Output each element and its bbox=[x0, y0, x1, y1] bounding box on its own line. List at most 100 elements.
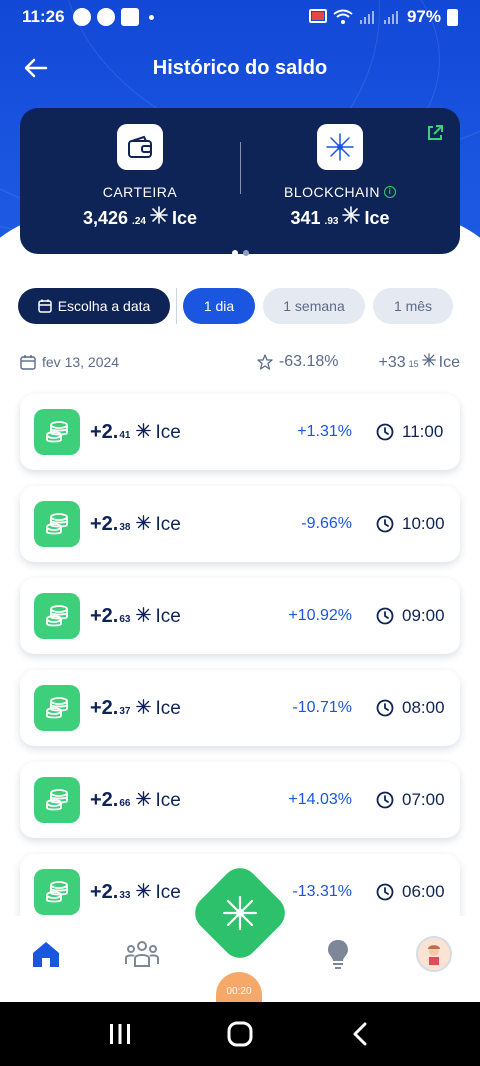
clock-icon bbox=[376, 423, 394, 441]
choose-date-label: Escolha a data bbox=[57, 298, 151, 314]
coins-icon bbox=[34, 685, 80, 731]
filter-divider bbox=[176, 288, 177, 324]
row-unit: Ice bbox=[155, 513, 181, 535]
history-row[interactable]: +2. 38 Ice -9.66% 10:00 bbox=[20, 486, 460, 562]
info-icon[interactable]: i bbox=[384, 186, 397, 198]
row-fraction: 63 bbox=[119, 613, 131, 625]
row-percent: -13.31% bbox=[292, 883, 352, 900]
ice-icon bbox=[136, 514, 152, 530]
blockchain-unit: Ice bbox=[364, 208, 390, 228]
blockchain-fraction: .93 bbox=[324, 216, 339, 227]
system-nav-bar bbox=[0, 1002, 480, 1066]
pager-dot[interactable] bbox=[242, 250, 249, 256]
row-unit: Ice bbox=[155, 881, 181, 903]
row-amount: +2. 63 Ice bbox=[90, 605, 181, 628]
coins-icon bbox=[34, 409, 80, 455]
row-time: 09:00 bbox=[402, 606, 445, 625]
home-circle-icon bbox=[227, 1021, 253, 1047]
row-fraction: 37 bbox=[119, 705, 131, 717]
recent-apps-button[interactable] bbox=[100, 1014, 140, 1054]
row-unit: Ice bbox=[155, 789, 181, 811]
bulb-icon[interactable] bbox=[318, 934, 358, 974]
page-title: Histórico do saldo bbox=[152, 56, 328, 79]
notification-dot-icon bbox=[148, 14, 154, 20]
summary-total: +33 15 Ice bbox=[378, 352, 460, 372]
ice-icon bbox=[136, 606, 152, 622]
signal-icon bbox=[359, 11, 374, 24]
row-amount: +2. 37 Ice bbox=[90, 697, 181, 720]
summary-change-group: -63.18% bbox=[257, 353, 339, 371]
filter-bar: Escolha a data 1 dia 1 semana 1 mês bbox=[18, 288, 462, 324]
row-time: 11:00 bbox=[402, 422, 444, 441]
row-percent: +10.92% bbox=[288, 607, 352, 624]
summary-total-fraction: 15 bbox=[408, 358, 419, 369]
row-percent: +1.31% bbox=[297, 423, 352, 440]
row-fraction: 41 bbox=[119, 429, 131, 441]
blockchain-label: BLOCKCHAIN bbox=[283, 184, 381, 200]
clock-icon bbox=[376, 699, 394, 717]
summary-date: fev 13, 2024 bbox=[42, 354, 120, 370]
ice-icon bbox=[136, 422, 152, 438]
row-whole: +2. bbox=[90, 512, 119, 535]
clock-icon bbox=[376, 607, 394, 625]
cast-icon bbox=[308, 9, 327, 23]
ice-icon bbox=[342, 206, 361, 224]
row-whole: +2. bbox=[90, 788, 119, 811]
row-fraction: 33 bbox=[119, 889, 131, 901]
row-time-group: 10:00 bbox=[376, 514, 446, 534]
row-time-group: 09:00 bbox=[376, 606, 446, 626]
history-row[interactable]: +2. 37 Ice -10.71% 08:00 bbox=[20, 670, 460, 746]
clock-icon bbox=[376, 883, 394, 901]
summary-unit: Ice bbox=[438, 353, 460, 371]
row-whole: +2. bbox=[90, 604, 119, 627]
row-amount: +2. 33 Ice bbox=[90, 881, 181, 904]
wallet-card[interactable]: CARTEIRA 3,426.24 Ice BLOCKCHAIN i 341.9… bbox=[20, 108, 460, 256]
battery-icon bbox=[447, 8, 458, 26]
row-time-group: 06:00 bbox=[376, 882, 446, 902]
blockchain-icon bbox=[317, 124, 363, 170]
status-bar: 11:26 97% bbox=[0, 0, 480, 34]
battery-percent: 97% bbox=[406, 7, 441, 26]
home-icon[interactable] bbox=[26, 934, 66, 974]
row-percent: -10.71% bbox=[292, 699, 352, 716]
team-icon[interactable] bbox=[122, 934, 162, 974]
status-time: 11:26 bbox=[22, 7, 65, 26]
history-row[interactable]: +2. 41 Ice +1.31% 11:00 bbox=[20, 394, 460, 470]
coins-icon bbox=[34, 777, 80, 823]
back-arrow-icon[interactable] bbox=[22, 54, 50, 82]
row-time: 08:00 bbox=[402, 698, 445, 717]
coins-icon bbox=[34, 869, 80, 915]
calendar-icon bbox=[37, 299, 52, 313]
row-time-group: 08:00 bbox=[376, 698, 446, 718]
daily-summary: fev 13, 2024 -63.18% +33 15 Ice bbox=[20, 350, 460, 374]
row-whole: +2. bbox=[90, 696, 119, 719]
carteira-amount: 3,426.24 Ice bbox=[40, 206, 240, 229]
summary-total-whole: +33 bbox=[378, 353, 406, 371]
chip-1-day[interactable]: 1 dia bbox=[183, 288, 255, 324]
back-chevron-icon bbox=[353, 1022, 367, 1046]
carteira-whole: 3,426 bbox=[83, 208, 129, 228]
add-contact-icon bbox=[120, 8, 139, 26]
summary-change: -63.18% bbox=[278, 353, 339, 370]
ice-icon bbox=[421, 352, 436, 367]
carteira-label: CARTEIRA bbox=[102, 184, 178, 200]
ice-icon bbox=[150, 206, 168, 224]
history-row[interactable]: +2. 66 Ice +14.03% 07:00 bbox=[20, 762, 460, 838]
choose-date-button[interactable]: Escolha a data bbox=[18, 288, 170, 324]
row-unit: Ice bbox=[155, 421, 181, 443]
history-list: +2. 41 Ice +1.31% 11:00 +2. 38 Ice -9.66% 10… bbox=[20, 394, 460, 946]
clock-icon bbox=[376, 515, 394, 533]
clock-icon bbox=[376, 791, 394, 809]
ice-icon bbox=[136, 790, 152, 806]
back-button[interactable] bbox=[340, 1014, 380, 1054]
history-row[interactable]: +2. 63 Ice +10.92% 09:00 bbox=[20, 578, 460, 654]
home-button[interactable] bbox=[220, 1014, 260, 1054]
pager-dot[interactable] bbox=[231, 250, 238, 256]
coins-icon bbox=[34, 593, 80, 639]
chip-1-month[interactable]: 1 mês bbox=[373, 288, 453, 324]
chip-1-week[interactable]: 1 semana bbox=[263, 288, 365, 324]
avatar bbox=[416, 936, 452, 972]
avatar-icon[interactable] bbox=[414, 934, 454, 974]
row-time-group: 07:00 bbox=[376, 790, 446, 810]
row-time: 07:00 bbox=[402, 790, 445, 809]
